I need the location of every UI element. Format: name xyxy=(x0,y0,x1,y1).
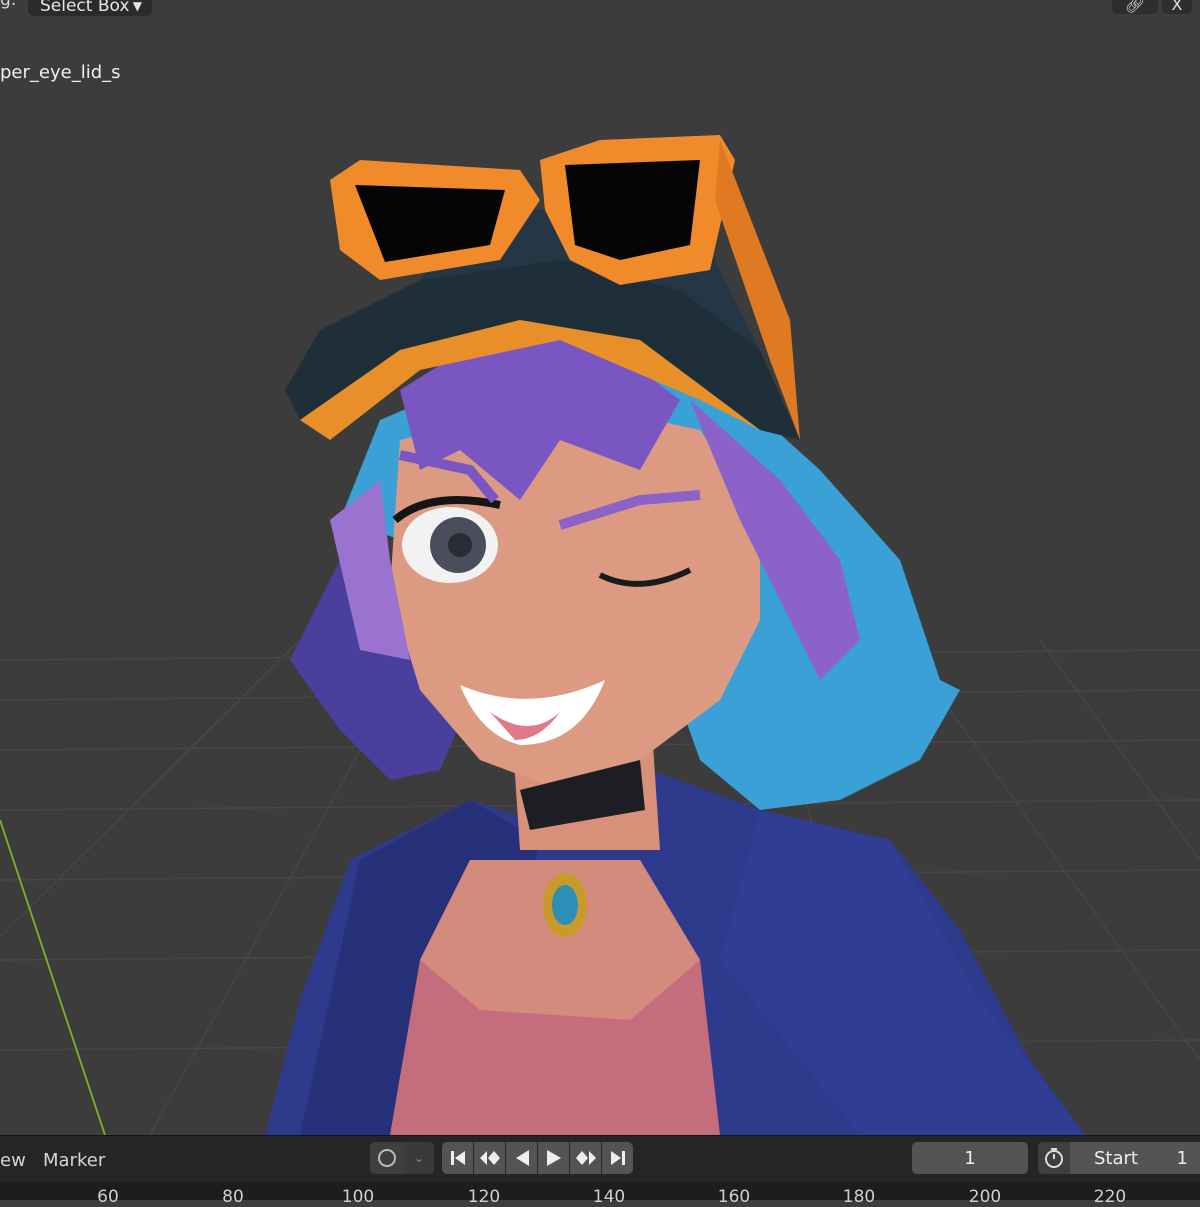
ruler-tick: 200 xyxy=(968,1187,1002,1207)
link-icon[interactable]: 🔗︎ xyxy=(1112,0,1158,14)
close-button[interactable]: X xyxy=(1162,0,1192,14)
ruler-tick: 120 xyxy=(467,1187,501,1207)
frame-ruler[interactable]: 60 80 100 120 140 160 180 200 220 xyxy=(0,1182,1200,1207)
menu-marker[interactable]: Marker xyxy=(43,1150,105,1171)
chevron-down-icon[interactable]: ⌄ xyxy=(404,1142,434,1174)
start-frame-field[interactable]: Start 1 xyxy=(1070,1142,1200,1174)
jump-to-start-icon[interactable] xyxy=(442,1142,473,1174)
next-keyframe-icon[interactable] xyxy=(570,1142,601,1174)
record-circle-icon[interactable] xyxy=(370,1142,404,1174)
auto-keying-group: ⌄ xyxy=(370,1142,434,1174)
stopwatch-icon[interactable] xyxy=(1038,1142,1070,1174)
play-icon[interactable] xyxy=(538,1142,569,1174)
ruler-tick: 180 xyxy=(842,1187,876,1207)
ruler-tick: 220 xyxy=(1093,1187,1127,1207)
chevron-down-icon: ▼ xyxy=(132,0,142,13)
play-reverse-icon[interactable] xyxy=(506,1142,537,1174)
previous-keyframe-icon[interactable] xyxy=(474,1142,505,1174)
jump-to-end-icon[interactable] xyxy=(602,1142,633,1174)
timeline-header: ew Marker ⌄ 1 Start 1 xyxy=(0,1135,1200,1183)
select-box-dropdown[interactable]: Select Box ▼ xyxy=(28,0,152,16)
ruler-tick: 140 xyxy=(592,1187,626,1207)
select-box-label: Select Box xyxy=(40,0,130,16)
ruler-tick: 100 xyxy=(341,1187,375,1207)
character-render xyxy=(0,135,1200,1135)
ruler-tick: 80 xyxy=(222,1187,244,1207)
3d-viewport[interactable]: g: Select Box ▼ 🔗︎ X per_eye_lid_s xyxy=(0,0,1200,1135)
ruler-tick: 60 xyxy=(97,1187,119,1207)
active-object-name: per_eye_lid_s xyxy=(0,62,121,83)
start-value: 1 xyxy=(1176,1147,1188,1169)
ruler-tick: 160 xyxy=(717,1187,751,1207)
current-frame-field[interactable]: 1 xyxy=(912,1142,1028,1174)
start-label: Start xyxy=(1094,1147,1138,1169)
menu-view[interactable]: ew xyxy=(0,1150,26,1171)
select-mode-label: g: xyxy=(0,0,17,10)
y-axis-line xyxy=(0,819,106,1135)
